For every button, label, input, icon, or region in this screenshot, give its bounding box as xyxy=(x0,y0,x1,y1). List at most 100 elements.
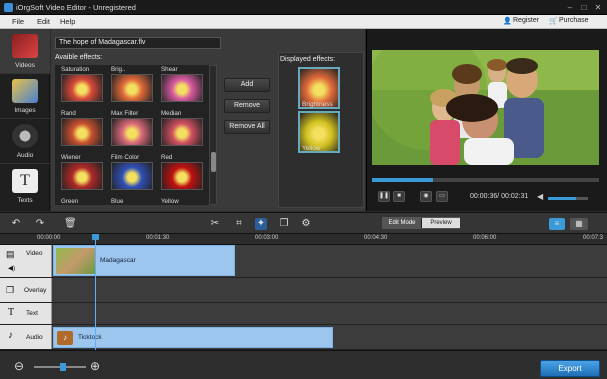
effect-label: Yellow xyxy=(161,198,179,205)
preview-tab[interactable]: Preview xyxy=(422,218,460,228)
scrollbar-thumb[interactable] xyxy=(211,152,216,172)
remove-effect-button[interactable]: Remove xyxy=(224,99,270,113)
effect-label: Saturation xyxy=(61,66,90,73)
text-icon: T xyxy=(8,307,15,318)
minimize-button[interactable]: – xyxy=(563,2,577,13)
video-clip[interactable]: Madagascar xyxy=(53,245,235,276)
remove-all-effects-button[interactable]: Remove All xyxy=(224,120,270,134)
effect-label: Film Color xyxy=(111,154,140,161)
cut-icon[interactable]: ✂ xyxy=(209,218,221,230)
music-note-icon: ♪ xyxy=(57,331,73,345)
export-button[interactable]: Export xyxy=(540,360,600,377)
progress-fill xyxy=(372,178,434,182)
effect-item[interactable]: Blue xyxy=(111,198,153,205)
zoom-slider-handle[interactable] xyxy=(60,363,66,371)
overlay-icon: ❐ xyxy=(6,285,15,295)
title-bar: iOrgSoft Video Editor - Unregistered – □… xyxy=(0,0,607,15)
sidebar-item-audio[interactable]: Audio xyxy=(0,119,50,164)
effect-item[interactable]: Wiener xyxy=(61,154,103,190)
ruler-tick: 00:00:00 xyxy=(37,235,61,241)
zoom-slider[interactable] xyxy=(34,363,86,371)
zoom-out-icon[interactable]: ⊖ xyxy=(14,359,24,373)
playhead[interactable] xyxy=(92,234,99,350)
effect-thumbnail xyxy=(111,118,153,146)
effect-label: Shear xyxy=(161,66,178,73)
effect-item[interactable]: Brig.. xyxy=(111,66,153,102)
purchase-link[interactable]: Purchase xyxy=(559,17,589,24)
text-track[interactable]: T Text xyxy=(0,303,607,325)
menu-bar: File Edit Help 👤 Register 🛒 Purchase xyxy=(0,15,607,29)
sidebar-item-videos[interactable]: Videos xyxy=(0,29,50,74)
ruler-tick: 00:01:30 xyxy=(146,235,170,241)
effect-item[interactable]: Median xyxy=(161,110,203,146)
speaker-icon[interactable]: ◀) xyxy=(8,264,15,272)
music-note-icon: ♪ xyxy=(8,330,13,341)
menu-edit[interactable]: Edit xyxy=(37,17,50,26)
track-label: Overlay xyxy=(24,287,47,294)
displayed-effect-label: Yellow xyxy=(302,145,321,152)
settings-gear-icon[interactable]: ⚙ xyxy=(300,218,312,230)
delete-icon[interactable]: 🗑 xyxy=(64,218,77,230)
volume-slider[interactable] xyxy=(548,197,588,200)
effect-item[interactable]: Film Color xyxy=(111,154,153,190)
overlay-icon[interactable]: ❐ xyxy=(278,218,290,230)
track-label: Video xyxy=(26,250,43,257)
film-icon xyxy=(12,34,38,58)
effect-wand-icon[interactable]: ✦ xyxy=(255,218,267,230)
snapshot-icon[interactable]: ◉ xyxy=(420,191,432,202)
zoom-in-icon[interactable]: ⊕ xyxy=(90,359,100,373)
add-effect-button[interactable]: Add xyxy=(224,78,270,92)
video-preview xyxy=(372,50,599,165)
sidebar-item-images[interactable]: Images xyxy=(0,74,50,119)
crop-icon[interactable]: ⌗ xyxy=(233,218,245,230)
undo-icon[interactable]: ↶ xyxy=(10,218,22,230)
video-track[interactable]: ▤ Video ◀) Madagascar xyxy=(0,245,607,278)
close-button[interactable]: ✕ xyxy=(591,2,605,13)
effect-thumbnail xyxy=(111,74,153,102)
ruler-tick: 00:06:00 xyxy=(473,235,497,241)
effect-item[interactable]: Rand xyxy=(61,110,103,146)
effect-item[interactable]: Max Filter xyxy=(111,110,153,146)
effect-label: Median xyxy=(161,110,182,117)
media-sidebar: Videos Images Audio T Texts xyxy=(0,29,50,211)
family-photo-frame xyxy=(372,50,599,165)
folder-icon[interactable]: ▭ xyxy=(436,191,448,202)
sidebar-item-texts[interactable]: T Texts xyxy=(0,164,50,209)
effect-item[interactable]: Green xyxy=(61,198,103,205)
track-label: Audio xyxy=(26,334,43,341)
menu-help[interactable]: Help xyxy=(60,17,75,26)
redo-icon[interactable]: ↷ xyxy=(34,218,46,230)
effects-scrollbar[interactable] xyxy=(209,65,217,205)
overlay-track[interactable]: ❐ Overlay xyxy=(0,278,607,303)
menu-file[interactable]: File xyxy=(12,17,24,26)
film-strip-icon: ▤ xyxy=(6,249,15,259)
track-header: ♪ Audio xyxy=(0,325,52,349)
stop-button[interactable]: ■ xyxy=(393,191,405,202)
effect-label: Brig.. xyxy=(111,66,126,73)
effect-item[interactable]: Saturation xyxy=(61,66,103,102)
clip-label: Ticktock xyxy=(78,334,102,341)
volume-fill xyxy=(548,197,576,200)
edit-mode-tab[interactable]: Edit Mode xyxy=(383,218,421,228)
pause-button[interactable]: ❚❚ xyxy=(378,191,390,202)
register-icon: 👤 xyxy=(503,18,512,25)
effect-item[interactable]: Red xyxy=(161,154,203,190)
clip-thumbnail xyxy=(56,248,96,274)
storyboard-view-icon[interactable]: ▦ xyxy=(570,218,588,230)
effect-label: Wiener xyxy=(61,154,81,161)
audio-track[interactable]: ♪ Audio ♪ Ticktock xyxy=(0,325,607,350)
effect-item[interactable]: Shear xyxy=(161,66,203,102)
effect-label: Blue xyxy=(111,198,124,205)
playhead-handle[interactable] xyxy=(92,234,99,240)
timeline-view-icon[interactable]: ≡ xyxy=(549,218,565,230)
image-icon xyxy=(12,79,38,103)
register-link[interactable]: Register xyxy=(513,17,539,24)
volume-icon[interactable]: ◀ xyxy=(537,192,543,201)
audio-icon xyxy=(12,124,38,148)
effect-item[interactable]: Yellow xyxy=(161,198,203,205)
effect-thumbnail xyxy=(61,118,103,146)
maximize-button[interactable]: □ xyxy=(577,2,591,13)
timeline-toolbar: ↶ ↷ 🗑 ✂ ⌗ ✦ ❐ ⚙ ≡ ▦ xyxy=(0,212,607,234)
file-name: The hope of Madagascar.flv xyxy=(59,39,146,46)
playback-progress[interactable] xyxy=(372,178,599,182)
